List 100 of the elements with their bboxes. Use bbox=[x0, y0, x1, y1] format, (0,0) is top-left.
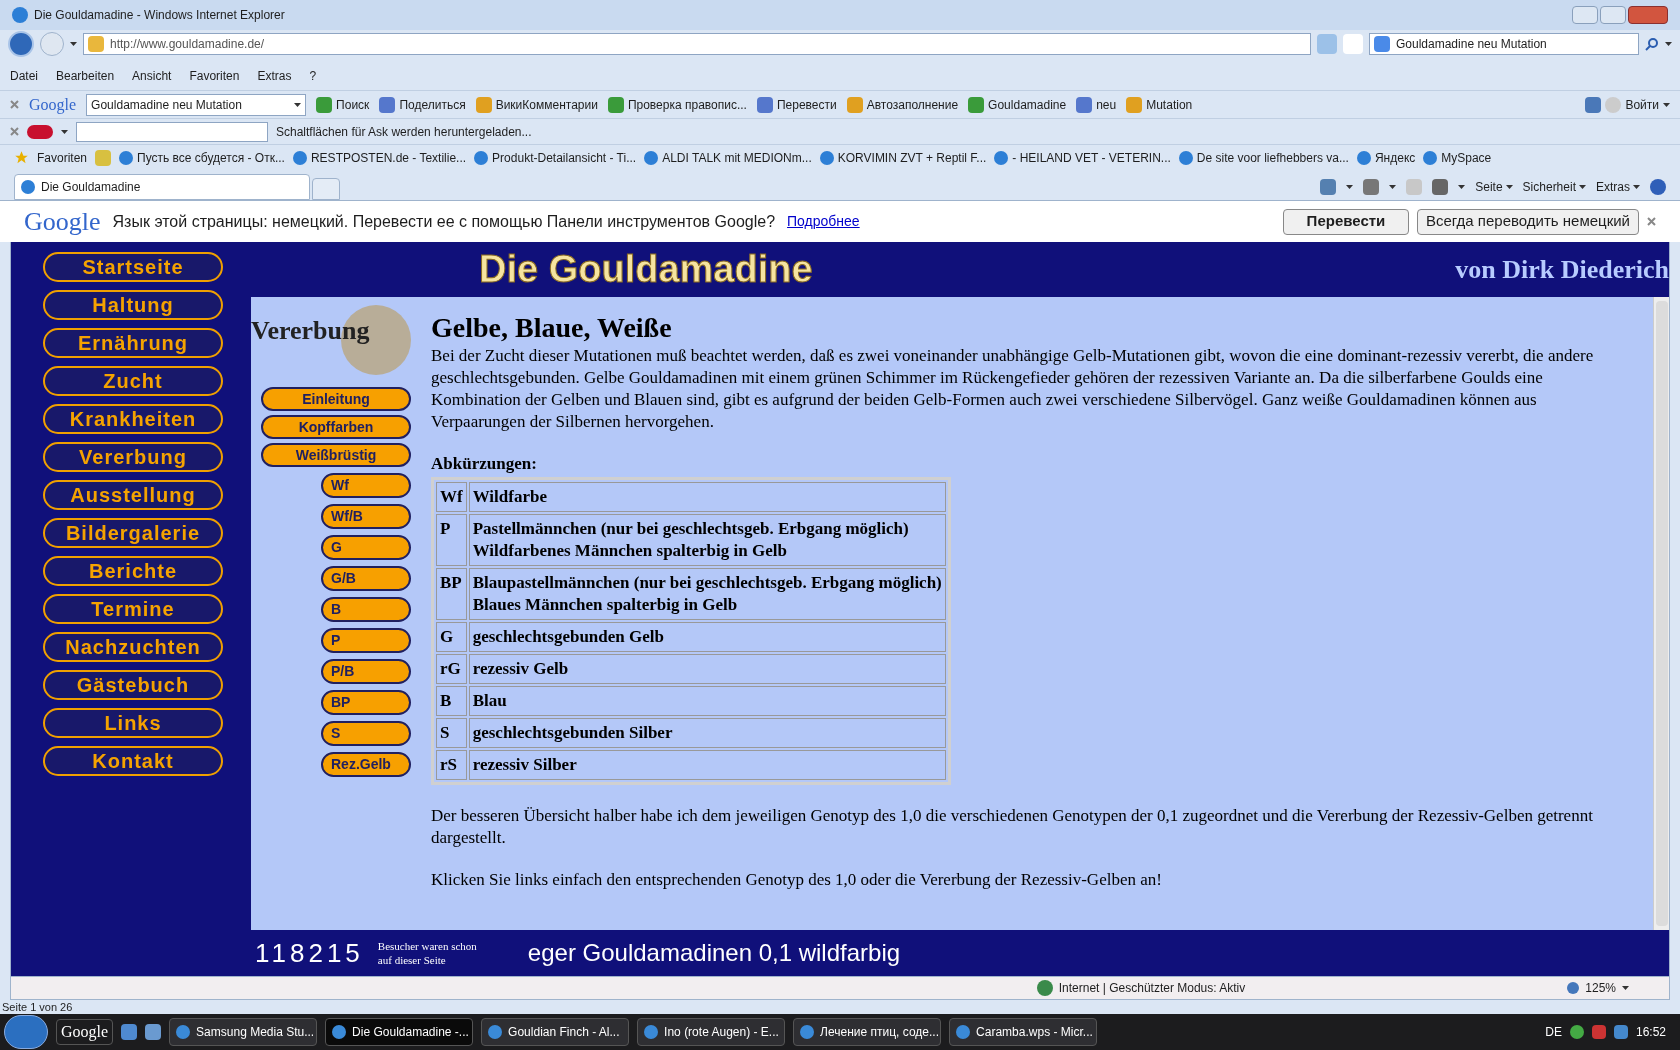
toolbar-button[interactable]: Проверка правопис... bbox=[627, 95, 747, 114]
menu-item[interactable]: Extras bbox=[257, 67, 292, 85]
taskbar-button[interactable]: Лечение птиц, соде... bbox=[793, 1018, 942, 1046]
genotype-button[interactable]: P bbox=[321, 628, 411, 653]
favorite-link[interactable]: KORVIMIN ZVT + Reptil F... bbox=[837, 148, 987, 167]
genotype-button[interactable]: B bbox=[321, 597, 411, 622]
scrolling-ticker: eger Gouldamadinen 0,1 wildfarbig bbox=[527, 938, 901, 968]
nav-button[interactable]: Kontakt bbox=[43, 746, 223, 776]
close-button[interactable] bbox=[1628, 6, 1668, 24]
translate-button[interactable]: Перевести bbox=[1282, 208, 1409, 235]
close-icon[interactable] bbox=[10, 100, 19, 109]
command-button[interactable]: Extras bbox=[1596, 178, 1630, 196]
toolbar-icon bbox=[1126, 96, 1143, 113]
menu-item[interactable]: Favoriten bbox=[189, 67, 240, 85]
nav-button[interactable]: Zucht bbox=[43, 366, 223, 396]
nav-button[interactable]: Gästebuch bbox=[43, 670, 223, 700]
genotype-button[interactable]: Rez.Gelb bbox=[321, 752, 411, 777]
new-tab-button[interactable] bbox=[312, 178, 340, 200]
scrollbar[interactable] bbox=[1653, 297, 1669, 930]
taskbar-button[interactable]: Caramba.wps - Micr... bbox=[949, 1018, 1098, 1046]
close-icon[interactable] bbox=[1647, 217, 1656, 226]
menu-item[interactable]: Bearbeiten bbox=[56, 67, 115, 85]
window-title: Die Gouldamadine - Windows Internet Explorer bbox=[34, 7, 285, 24]
ask-search-field[interactable] bbox=[76, 121, 268, 142]
nav-button[interactable]: Nachzuchten bbox=[43, 632, 223, 662]
favorite-link[interactable]: De site voor liefhebbers va... bbox=[1196, 148, 1349, 167]
browser-tab[interactable]: Die Gouldamadine bbox=[14, 174, 310, 200]
nav-button[interactable]: Berichte bbox=[43, 556, 223, 586]
nav-button[interactable]: Krankheiten bbox=[43, 404, 223, 434]
nav-button[interactable]: Startseite bbox=[43, 252, 223, 282]
nav-button[interactable]: Bildergalerie bbox=[43, 518, 223, 548]
favorite-link[interactable]: RESTPOSTEN.de - Textilie... bbox=[310, 148, 467, 167]
subnav-button[interactable]: Kopffarben bbox=[261, 415, 411, 439]
toolbar-button[interactable]: Mutation bbox=[1146, 95, 1193, 114]
counter-label: auf dieser Seite bbox=[377, 953, 447, 967]
genotype-button[interactable]: Wf/B bbox=[321, 504, 411, 529]
genotype-button[interactable]: BP bbox=[321, 690, 411, 715]
toolbar-button[interactable]: ВикиКомментарии bbox=[495, 95, 598, 114]
favorite-link[interactable]: Пусть все сбудется - Отк... bbox=[137, 148, 285, 167]
minimize-button[interactable] bbox=[1572, 6, 1598, 24]
taskbar-button[interactable]: Samsung Media Stu... bbox=[169, 1018, 318, 1046]
refresh-button[interactable] bbox=[1317, 34, 1337, 54]
search-field[interactable]: Gouldamadine neu Mutation bbox=[1369, 33, 1639, 55]
nav-button[interactable]: Haltung bbox=[43, 290, 223, 320]
subnav-button[interactable]: Weißbrüstig bbox=[261, 443, 411, 467]
favorite-link[interactable]: Яндекс bbox=[1374, 148, 1416, 167]
search-icon[interactable] bbox=[1645, 37, 1659, 51]
toolbar-button[interactable]: neu bbox=[1096, 95, 1117, 114]
toolbar-icon bbox=[1076, 96, 1093, 113]
caret-icon bbox=[70, 42, 77, 46]
nav-button[interactable]: Links bbox=[43, 708, 223, 738]
toolbar-button[interactable]: Поиск bbox=[336, 95, 370, 114]
tray-icon bbox=[1569, 1025, 1584, 1039]
toolbar-button[interactable]: Gouldamadine bbox=[988, 95, 1067, 114]
genotype-button[interactable]: Wf bbox=[321, 473, 411, 498]
command-button[interactable]: Sicherheit bbox=[1522, 178, 1576, 196]
menu-item[interactable]: ? bbox=[309, 67, 317, 85]
start-button[interactable] bbox=[4, 1015, 48, 1049]
favorites-button[interactable]: Favoriten bbox=[37, 148, 88, 167]
more-info-link[interactable]: Подробнее bbox=[787, 211, 860, 232]
table-cell-line: Pastellmännchen (nur bei geschlechtsgeb. Erbgang möglich) bbox=[472, 518, 910, 540]
close-icon[interactable] bbox=[10, 127, 19, 136]
forward-button[interactable] bbox=[40, 32, 64, 56]
table-cell-line: rezessiv Silber bbox=[472, 754, 578, 776]
genotype-button[interactable]: S bbox=[321, 721, 411, 746]
nav-button[interactable]: Ernährung bbox=[43, 328, 223, 358]
sign-in-button[interactable]: Войти bbox=[1625, 95, 1659, 114]
google-toolbar-button[interactable]: Google bbox=[56, 1019, 114, 1045]
caret-icon bbox=[1622, 986, 1629, 990]
address-field[interactable]: http://www.gouldamadine.de/ bbox=[83, 33, 1311, 55]
toolbar-button[interactable]: Поделиться bbox=[399, 95, 466, 114]
back-button[interactable] bbox=[8, 31, 34, 57]
taskbar-button[interactable]: Ino (rote Augen) - E... bbox=[637, 1018, 786, 1046]
favorite-link[interactable]: Produkt-Detailansicht - Ti... bbox=[492, 148, 637, 167]
toolbar-button[interactable]: Перевести bbox=[776, 95, 837, 114]
table-cell-line: Wildfarbe bbox=[472, 486, 548, 508]
toolbar-button[interactable]: Автозаполнение bbox=[866, 95, 959, 114]
zoom-level[interactable]: 125% bbox=[1585, 979, 1616, 997]
subnav-button[interactable]: Einleitung bbox=[261, 387, 411, 411]
favorite-link[interactable]: - HEILAND VET - VETERIN... bbox=[1012, 148, 1171, 167]
favorite-link[interactable]: ALDI TALK mit MEDIONm... bbox=[662, 148, 812, 167]
language-indicator[interactable]: DE bbox=[1545, 1023, 1562, 1041]
command-button[interactable]: Seite bbox=[1475, 178, 1503, 196]
taskbar-button[interactable]: Gouldian Finch - Al... bbox=[481, 1018, 630, 1046]
section-logo: Vererbung bbox=[251, 315, 370, 347]
nav-button[interactable]: Ausstellung bbox=[43, 480, 223, 510]
genotype-button[interactable]: G/B bbox=[321, 566, 411, 591]
genotype-button[interactable]: P/B bbox=[321, 659, 411, 684]
maximize-button[interactable] bbox=[1600, 6, 1626, 24]
nav-button[interactable]: Vererbung bbox=[43, 442, 223, 472]
table-cell: P bbox=[436, 514, 467, 566]
stop-button[interactable] bbox=[1343, 34, 1363, 54]
menu-item[interactable]: Ansicht bbox=[132, 67, 172, 85]
taskbar-button[interactable]: Die Gouldamadine -... bbox=[325, 1018, 474, 1046]
translate-button[interactable]: Всегда переводить немецкий bbox=[1416, 208, 1639, 235]
nav-button[interactable]: Termine bbox=[43, 594, 223, 624]
favorite-link[interactable]: MySpace bbox=[1441, 148, 1492, 167]
genotype-button[interactable]: G bbox=[321, 535, 411, 560]
menu-item[interactable]: Datei bbox=[10, 67, 38, 85]
google-search-field[interactable]: Gouldamadine neu Mutation bbox=[86, 93, 307, 116]
